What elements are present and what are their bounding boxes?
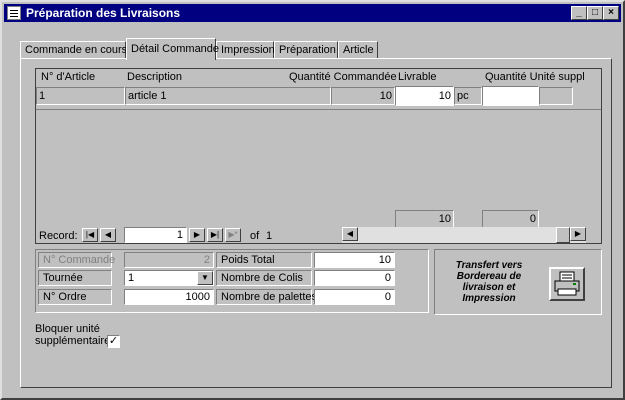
scroll-thumb[interactable] <box>556 227 570 243</box>
main-window: Préparation des Livraisons _ □ × Command… <box>0 0 625 400</box>
header-qty-ordered: Quantité Commandée <box>289 71 397 83</box>
transfer-group: Transfert vers Bordereau de livraison et… <box>434 249 602 315</box>
transfer-caption-line: livraison et <box>462 282 516 293</box>
minimize-button[interactable]: _ <box>571 6 587 20</box>
cell-deliverable[interactable]: 10 <box>395 86 454 106</box>
record-label: Record: <box>39 230 78 242</box>
transfer-print-button[interactable] <box>549 267 585 301</box>
header-article-no: N° d'Article <box>41 71 96 83</box>
cell-description[interactable]: article 1 <box>125 87 331 105</box>
tab-detail-commande[interactable]: Détail Commande <box>126 38 219 60</box>
transfer-caption: Transfert vers Bordereau de livraison et… <box>439 260 539 304</box>
route-label: Tournée <box>38 270 112 286</box>
order-detail-subform: N° d'Article Description Quantité Comman… <box>35 68 602 244</box>
header-qty-extra: Quantité Unité suppl <box>485 71 585 83</box>
transfer-caption-line: Transfert vers <box>455 260 523 271</box>
scroll-right-button[interactable]: ▶ <box>570 227 586 241</box>
close-button[interactable]: × <box>603 6 619 20</box>
next-record-button[interactable]: ▶ <box>189 228 205 242</box>
tab-impression[interactable]: Impression <box>216 41 275 59</box>
cell-qty-extra[interactable] <box>482 86 539 106</box>
cell-filler <box>539 87 573 105</box>
header-deliverable: Livrable <box>398 71 437 83</box>
table-row[interactable]: 1 article 1 10 10 pc <box>36 86 601 108</box>
pallets-field[interactable]: 0 <box>314 289 395 305</box>
title-bar[interactable]: Préparation des Livraisons _ □ × <box>4 4 621 22</box>
form-icon <box>7 6 21 20</box>
maximize-button[interactable]: □ <box>587 6 603 20</box>
cell-qty-ordered[interactable]: 10 <box>331 87 395 105</box>
pallets-label: Nombre de palettes <box>216 289 317 305</box>
cell-unit: pc <box>454 87 482 105</box>
last-record-button[interactable]: ▶| <box>207 228 223 242</box>
weight-field[interactable]: 10 <box>314 252 395 268</box>
sequence-label: N° Ordre <box>38 289 112 305</box>
first-record-button[interactable]: |◀ <box>82 228 98 242</box>
order-no-field: 2 <box>124 252 214 268</box>
record-total: 1 <box>266 230 273 242</box>
transfer-caption-line: Impression <box>462 293 516 304</box>
tab-commande-en-cours[interactable]: Commande en cours <box>20 41 127 59</box>
lock-extra-label-line: Bloquer unité <box>35 323 100 335</box>
lock-extra-checkbox[interactable]: ✓ <box>107 335 120 348</box>
printer-icon <box>554 271 580 296</box>
weight-label: Poids Total <box>216 252 312 268</box>
tab-preparation[interactable]: Préparation <box>274 41 338 59</box>
header-description: Description <box>127 71 183 83</box>
total-deliverable: 10 <box>395 210 454 228</box>
scroll-left-button[interactable]: ◀ <box>342 227 358 241</box>
total-qty-extra: 0 <box>482 210 539 228</box>
parcels-field[interactable]: 0 <box>314 270 395 286</box>
sequence-field[interactable]: 1000 <box>124 289 214 305</box>
cell-article-no[interactable]: 1 <box>36 87 125 105</box>
order-no-label: N° Commande <box>38 252 115 268</box>
new-record-button[interactable]: ▶* <box>225 228 241 242</box>
previous-record-button[interactable]: ◀ <box>100 228 116 242</box>
transfer-caption-line: Bordereau de <box>456 271 522 282</box>
grid-empty-area <box>36 109 601 209</box>
parcels-label: Nombre de Colis <box>216 270 312 286</box>
lock-extra-label-line: supplémentaire <box>35 335 111 347</box>
window-title: Préparation des Livraisons <box>26 6 181 20</box>
of-label: of <box>250 230 260 242</box>
record-number-input[interactable]: 1 <box>124 227 187 243</box>
horizontal-scrollbar[interactable]: ◀ ▶ <box>342 227 586 243</box>
chevron-down-icon[interactable]: ▼ <box>197 271 213 285</box>
tab-article[interactable]: Article <box>338 41 378 59</box>
